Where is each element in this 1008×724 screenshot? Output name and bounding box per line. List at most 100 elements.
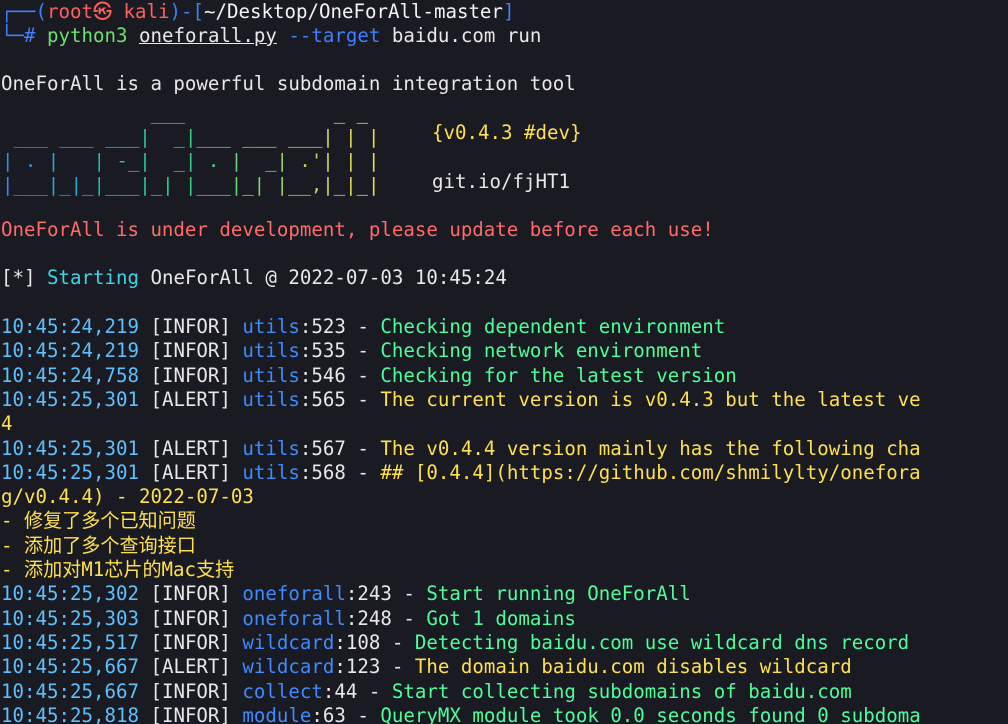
log-separator: - [391,606,427,630]
banner-art-line-2: | . | | -_| _| . | _| .'| | | [2,150,380,172]
log-separator: - [345,339,381,363]
log-message: Checking network environment [380,339,703,363]
log-message: - 添加了多个查询接口 [1,533,196,557]
log-module: utils [242,315,300,338]
log-separator: - [345,387,381,411]
dev-warning: OneForAll is under development, please u… [1,218,714,241]
log-line-number: :248 [345,606,392,630]
log-level: [INFOR] [150,315,231,338]
banner-art-line-0: ___ _ _ [2,102,369,124]
log-line: 10:45:25,303 [INFOR] oneforall:248 - Got… [1,607,576,631]
log-message: g/v0.4.4) - 2022-07-03 [1,485,254,509]
log-message: The current version is v0.4.3 but the la… [380,387,921,411]
log-module: oneforall [242,606,346,630]
log-line-number: :568 [299,460,346,484]
log-line-number: :523 [299,315,346,338]
log-level: [INFOR] [150,363,231,387]
log-message: - 修复了多个已知问题 [1,509,196,533]
log-message: 4 [1,412,13,436]
log-line: 10:45:25,818 [INFOR] module:63 - QueryMX… [1,704,921,724]
log-separator: - [380,630,415,654]
log-line: 10:45:25,301 [ALERT] utils:567 - The v0.… [1,437,921,461]
log-message: Start collecting subdomains of baidu.com [391,679,852,703]
log-message: Got 1 domains [426,606,576,630]
log-message: The domain baidu.com disables wildcard [414,655,852,679]
prompt-frame-top: ┌──( [1,0,47,23]
log-line: 10:45:25,301 [ALERT] utils:565 - The cur… [1,388,921,412]
log-line: 10:45:24,758 [INFOR] utils:546 - Checkin… [1,364,737,388]
log-module: collect [242,679,323,703]
prompt-hash: # [24,24,47,47]
command-flag: --target [288,24,381,47]
log-module: utils [242,339,300,363]
log-module: wildcard [242,655,335,679]
log-separator: - [345,436,381,460]
log-line: 10:45:25,302 [INFOR] oneforall:243 - Sta… [1,582,691,606]
log-separator: - [357,679,392,703]
banner-link[interactable]: git.io/fjHT1 [432,170,570,194]
log-module: utils [242,436,300,460]
log-module: utils [242,387,300,411]
log-line-number: :123 [334,655,381,679]
log-line: 10:45:24,219 [INFOR] utils:535 - Checkin… [1,339,702,363]
banner-logo: ___ _ _ ___ ___ ___| _|___ ___ ___| | | … [2,102,380,196]
log-line-number: :546 [299,363,346,387]
log-timestamp: 10:45:24,758 [1,363,139,387]
log-timestamp: 10:45:25,301 [1,436,139,460]
prompt-frame-bottom: └─ [1,24,24,47]
command-args: baidu.com run [380,24,542,47]
log-module: module [242,703,312,724]
log-continuation: 4 [1,412,13,436]
log-level: [INFOR] [150,582,231,606]
log-separator: - [345,315,381,338]
log-level: [ALERT] [150,460,231,484]
log-continuation: - 添加了多个查询接口 [1,534,196,558]
log-level: [INFOR] [150,606,231,630]
log-separator: - [345,363,381,387]
log-message: The v0.4.4 version mainly has the follow… [380,436,921,460]
start-text: OneForAll @ 2022-07-03 10:45:24 [138,266,507,289]
start-tag: [*] [1,266,36,289]
log-message: QueryMX module took 0.0 seconds found 0 … [380,703,921,724]
log-line-number: :565 [299,387,346,411]
log-line-number: :63 [311,703,346,724]
banner-art-line-3: |___|_|_|___|_| |___|_| |__,|_|_| [2,174,380,196]
log-continuation: - 添加对M1芯片的Mac支持 [1,558,234,582]
log-line: 10:45:25,667 [INFOR] collect:44 - Start … [1,680,852,704]
log-separator: - [345,460,381,484]
log-level: [INFOR] [150,630,231,654]
log-level: [INFOR] [150,339,231,363]
log-continuation: - 修复了多个已知问题 [1,509,196,533]
log-message: - 添加对M1芯片的Mac支持 [1,558,235,581]
log-level: [INFOR] [150,679,231,703]
log-message: Checking dependent environment [380,315,726,338]
log-separator: - [391,582,427,606]
terminal-window[interactable]: ┌──(root㉿ kali)-[~/Desktop/OneForAll-mas… [0,0,1008,724]
log-level: [ALERT] [150,387,231,411]
log-timestamp: 10:45:25,667 [1,679,139,703]
prompt-header: ┌──(root㉿ kali)-[~/Desktop/OneForAll-mas… [1,0,514,24]
log-module: oneforall [242,582,346,606]
log-line-number: :108 [334,630,381,654]
intro-text: OneForAll is a powerful subdomain integr… [1,72,576,95]
log-level: [ALERT] [150,436,231,460]
log-timestamp: 10:45:25,301 [1,387,139,411]
log-timestamp: 10:45:25,302 [1,582,139,606]
log-module: utils [242,460,300,484]
log-module: utils [242,363,300,387]
log-separator: - [380,655,415,679]
log-separator: - [345,703,381,724]
log-message: Start running OneForAll [426,582,691,606]
log-line-number: :44 [322,679,358,703]
log-line-number: :567 [299,436,346,460]
log-message: ## [0.4.4](https://github.com/shmilylty/… [380,460,921,484]
log-line: 10:45:25,667 [ALERT] wildcard:123 - The … [1,655,852,679]
log-message: Checking for the latest version [380,363,737,387]
start-line: [*] Starting OneForAll @ 2022-07-03 10:4… [1,266,507,290]
command-line[interactable]: └─# python3 oneforall.py --target baidu.… [1,24,541,48]
log-timestamp: 10:45:25,667 [1,655,139,679]
log-line: 10:45:25,301 [ALERT] utils:568 - ## [0.4… [1,461,921,485]
log-line-number: :535 [299,339,346,363]
log-level: [ALERT] [150,655,231,679]
banner-version: {v0.4.3 #dev} [432,121,582,144]
